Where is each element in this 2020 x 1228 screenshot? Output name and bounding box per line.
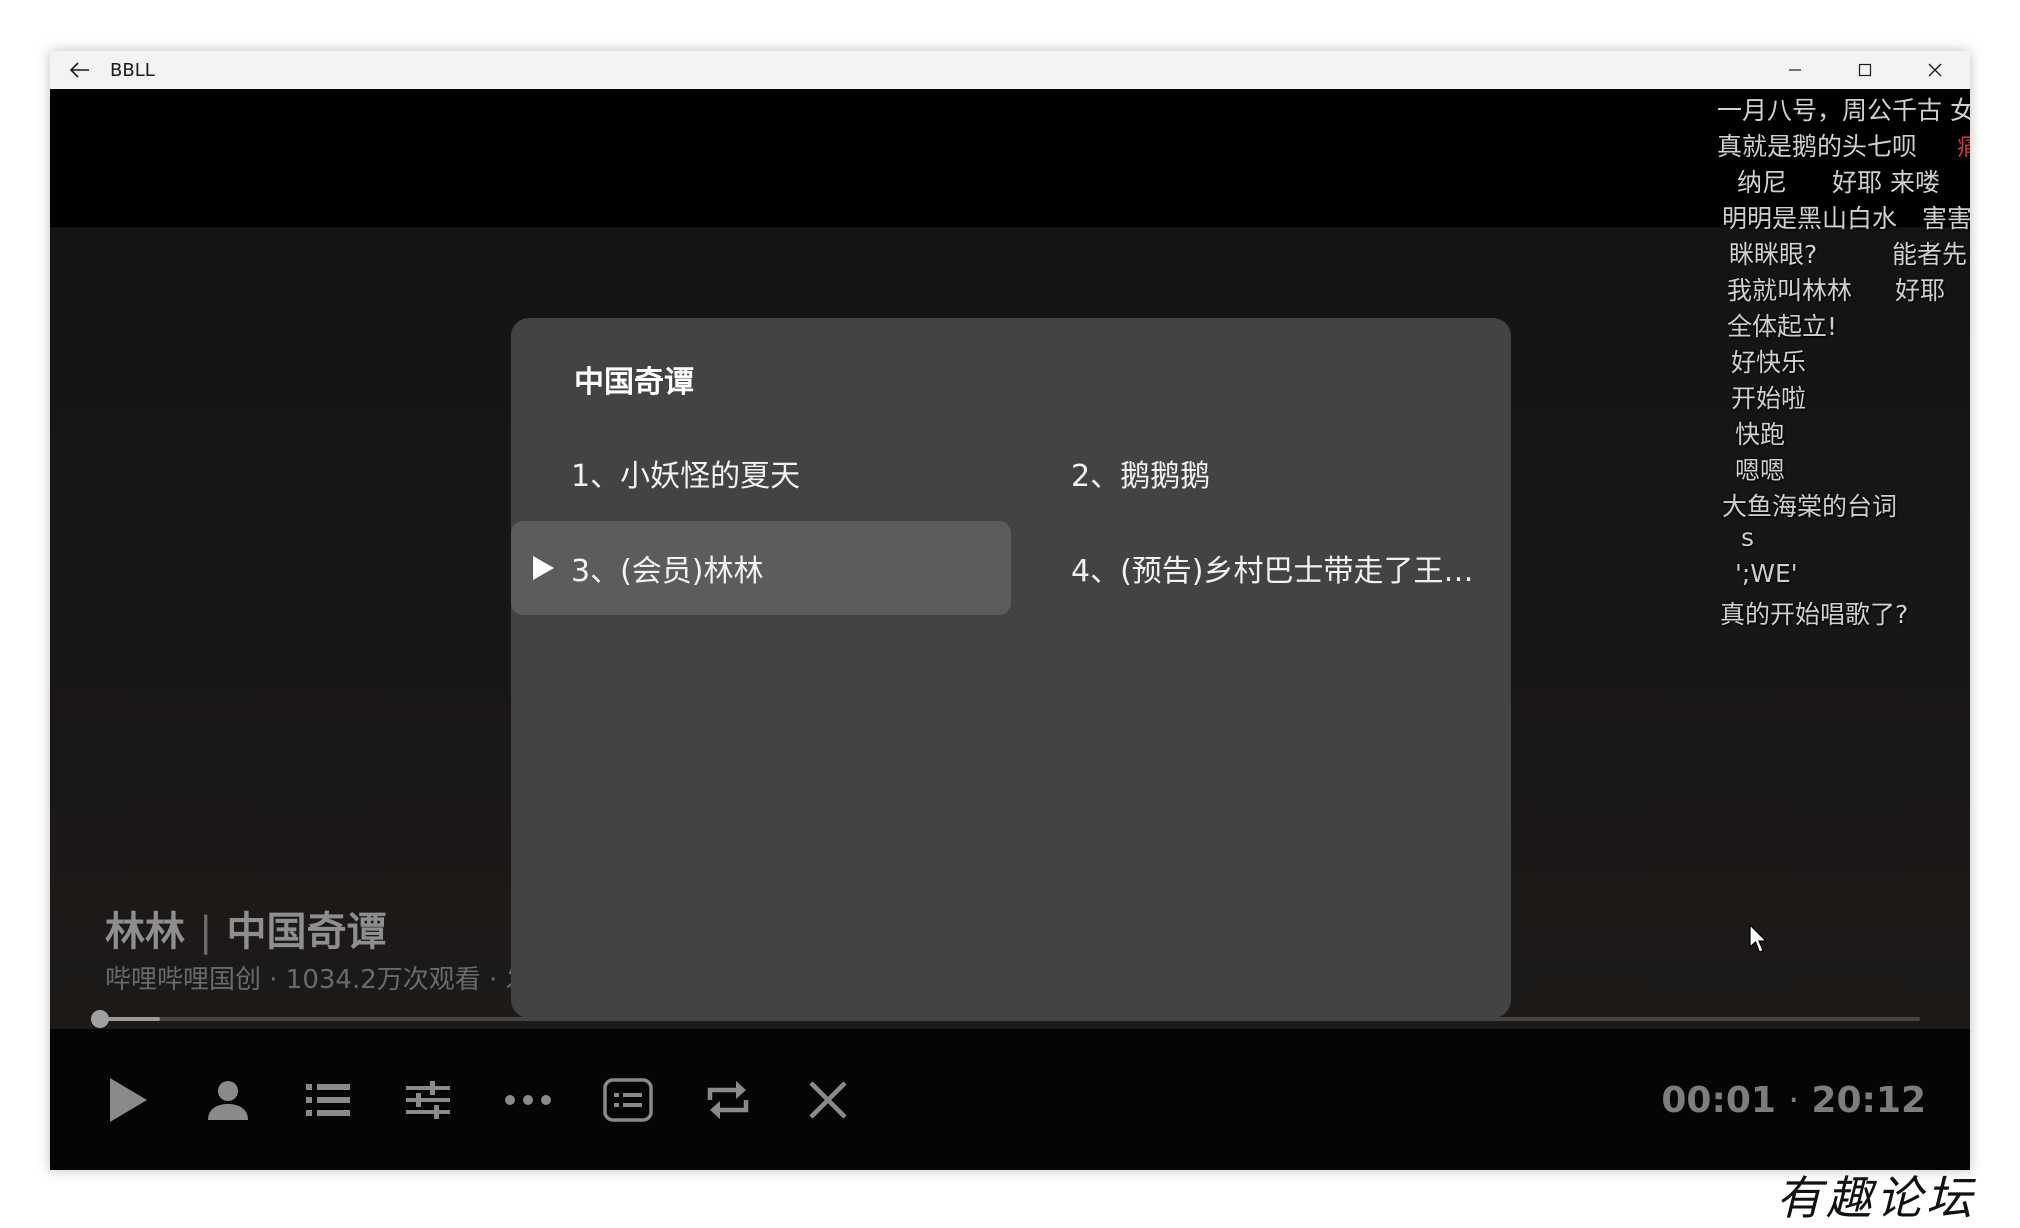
danmaku-comment: 痛 <box>1957 132 1970 161</box>
danmaku-comment: 真就是鹅的头七呗 <box>1717 132 1918 161</box>
play-icon <box>110 1078 147 1122</box>
window-controls <box>1760 51 1970 89</box>
title-bar: BBLL <box>50 51 1970 89</box>
video-player[interactable]: 一月八号，周公千古 女真就是鹅的头七呗 痛纳尼 好耶 来喽明明是黑山白水 害害眯眯眼?… <box>50 89 1970 1170</box>
danmaku-layer: 一月八号，周公千古 女真就是鹅的头七呗 痛纳尼 好耶 来喽明明是黑山白水 害害眯眯眼?… <box>1710 89 1970 689</box>
more-icon <box>505 1095 551 1105</box>
time-display: 00:01 · 20:12 <box>1661 1080 1926 1121</box>
forum-watermark: 有趣论坛 <box>1776 1171 1976 1225</box>
settings-sliders-icon <box>406 1081 450 1119</box>
danmaku-comment: 大鱼海棠的台词 <box>1722 492 1898 521</box>
total-time: 20:12 <box>1811 1080 1926 1121</box>
episode-title: 林林 <box>105 909 185 955</box>
close-icon <box>1928 63 1942 77</box>
repeat-button[interactable] <box>698 1070 758 1130</box>
progress-handle[interactable] <box>91 1010 109 1028</box>
settings-button[interactable] <box>398 1070 458 1130</box>
danmaku-comment: 我就叫林林 <box>1727 276 1853 305</box>
episode-item[interactable]: 2、鹅鹅鹅 <box>1011 426 1511 520</box>
uploader-button[interactable] <box>198 1070 258 1130</box>
danmaku-comment: 明明是黑山白水 <box>1722 204 1898 233</box>
episode-list-panel: 中国奇谭 1、小妖怪的夏天 2、鹅鹅鹅 3、(会员)林林 4、(预告)乡村巴士带… <box>511 318 1511 1018</box>
danmaku-comment: 真的开始唱歌了? <box>1720 600 1909 629</box>
series-title: 中国奇谭 <box>226 909 387 955</box>
app-window: BBLL 一月八号，周公千古 女真就是鹅的头七呗 痛纳尼 好耶 来喽明明是黑山白水害… <box>50 51 1970 1170</box>
playlist-button[interactable] <box>298 1070 358 1130</box>
maximize-icon <box>1858 63 1872 77</box>
episode-item[interactable]: 4、(预告)乡村巴士带走了王孩.. <box>1011 521 1511 615</box>
episode-label: 3、(会员)林林 <box>571 554 764 589</box>
play-button[interactable] <box>98 1070 158 1130</box>
maximize-button[interactable] <box>1830 51 1900 89</box>
danmaku-comment: 好耶 来喽 <box>1832 168 1940 197</box>
episode-item[interactable]: 1、小妖怪的夏天 <box>511 426 1011 520</box>
episode-item-active[interactable]: 3、(会员)林林 <box>511 521 1011 615</box>
back-button[interactable] <box>50 51 110 89</box>
subtitle-button[interactable] <box>598 1070 658 1130</box>
danmaku-comment: 全体起立! <box>1727 312 1838 341</box>
repeat-icon <box>707 1081 749 1119</box>
title-separator: | <box>199 909 213 955</box>
arrow-left-icon <box>70 62 89 78</box>
playlist-title: 中国奇谭 <box>574 365 694 400</box>
danmaku-comment: 快跑 <box>1735 420 1786 449</box>
minimize-button[interactable] <box>1760 51 1830 89</box>
minimize-icon <box>1789 69 1801 71</box>
episode-label: 4、(预告)乡村巴士带走了王孩.. <box>1071 554 1491 589</box>
current-time: 00:01 <box>1661 1080 1776 1121</box>
close-icon <box>809 1081 847 1119</box>
user-icon <box>208 1081 248 1120</box>
mouse-cursor-icon <box>1749 924 1768 953</box>
danmaku-comment: 好快乐 <box>1731 348 1807 377</box>
time-separator: · <box>1787 1080 1800 1121</box>
danmaku-comment: 开始啦 <box>1731 384 1807 413</box>
progress-fill <box>100 1017 161 1021</box>
danmaku-comment: 纳尼 <box>1737 168 1788 197</box>
subtitle-icon <box>603 1078 653 1122</box>
video-title: 林林 | 中国奇谭 <box>105 899 386 957</box>
episode-label: 1、小妖怪的夏天 <box>571 459 801 494</box>
danmaku-comment: 能者先 <box>1892 240 1968 269</box>
close-window-button[interactable] <box>1900 51 1970 89</box>
app-title: BBLL <box>110 59 155 81</box>
danmaku-comment: 一月八号，周公千古 女 <box>1717 96 1970 125</box>
danmaku-comment: ';WE' <box>1735 559 1798 588</box>
episode-label: 2、鹅鹅鹅 <box>1071 459 1211 494</box>
now-playing-icon <box>533 556 554 580</box>
danmaku-comment: 嗯嗯 <box>1735 456 1786 485</box>
danmaku-comment: 好耶 <box>1895 276 1946 305</box>
control-bar: 00:01 · 20:12 <box>50 1029 1970 1170</box>
danmaku-comment: 眯眯眼? <box>1729 240 1818 269</box>
close-player-button[interactable] <box>798 1070 858 1130</box>
danmaku-comment: 害害 <box>1922 204 1970 233</box>
more-button[interactable] <box>498 1070 558 1130</box>
danmaku-comment: s <box>1741 523 1755 552</box>
list-icon <box>306 1084 350 1116</box>
